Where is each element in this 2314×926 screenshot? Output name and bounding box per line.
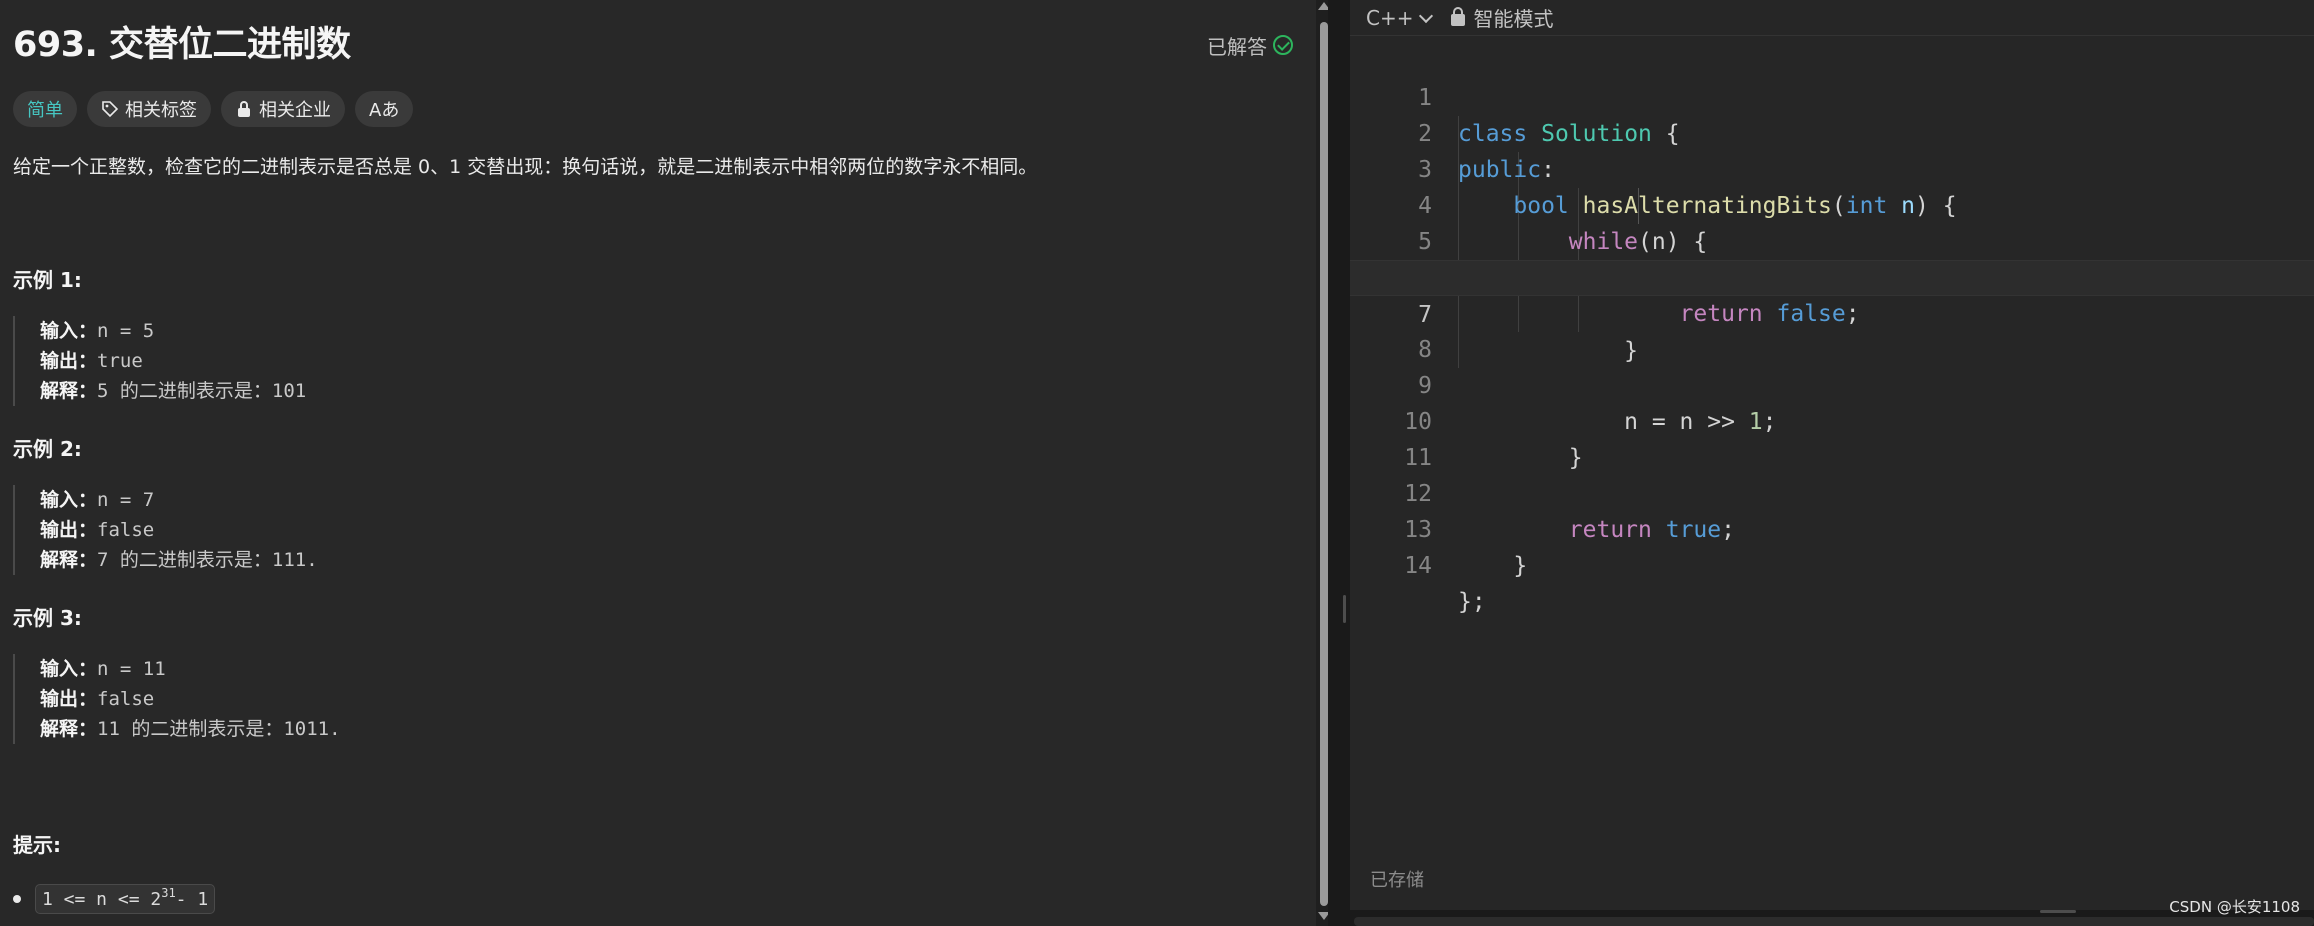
code-line: 2 public: — [1350, 80, 2314, 183]
code-line: 13 } — [1350, 476, 2314, 579]
code-line: 4 while(n) { — [1350, 152, 2314, 255]
editor-toolbar: C++ 智能模式 — [1350, 0, 2314, 36]
translate-button[interactable]: Aあ — [355, 91, 414, 127]
code-line-active: 7 } — [1350, 260, 2314, 364]
example-1-block: 输入：n = 5 输出：true 解释：5 的二进制表示是：101 — [13, 316, 306, 406]
code-line: 9 n = n >> 1; — [1350, 332, 2314, 435]
example-3-input: n = 11 — [97, 658, 166, 680]
constraint-code: 1 <= n <= 2 31 - 1 — [35, 884, 216, 914]
chevron-down-icon — [1419, 8, 1434, 23]
code-line: 14 }; — [1350, 512, 2314, 615]
example-1-explanation: 5 的二进制表示是：101 — [97, 380, 307, 402]
splitter-grip-icon[interactable] — [1343, 595, 1346, 623]
input-label: 输入： — [40, 320, 98, 342]
example-3-block: 输入：n = 11 输出：false 解释：11 的二进制表示是：1011. — [13, 654, 341, 744]
resize-grip-icon[interactable] — [2040, 910, 2076, 913]
title-row: 693. 交替位二进制数 已解答 — [13, 22, 1293, 68]
scrollbar-thumb[interactable] — [1320, 22, 1328, 906]
code-line: 5 if ((n&3) == 3 || (n&3) == 0) { — [1350, 188, 2314, 291]
example-2-input: n = 7 — [97, 489, 155, 511]
problem-title: 693. 交替位二进制数 — [13, 25, 351, 65]
related-tags-button[interactable]: 相关标签 — [87, 91, 211, 127]
problem-description: 给定一个正整数，检查它的二进制表示是否总是 0、1 交替出现：换句话说，就是二进… — [13, 156, 1038, 178]
output-label: 输出： — [40, 688, 98, 710]
example-2-output: false — [97, 519, 155, 541]
lock-icon — [235, 100, 253, 118]
panel-splitter[interactable] — [1328, 0, 1350, 926]
language-label: C++ — [1366, 5, 1414, 30]
output-label: 输出： — [40, 350, 98, 372]
example-3-title: 示例 3: — [13, 606, 82, 630]
mode-label: 智能模式 — [1473, 7, 1554, 31]
example-1-input: n = 5 — [97, 320, 155, 342]
description-panel: 693. 交替位二进制数 已解答 简单 相关标签 相关企业 Aあ 给定一个正整数… — [0, 0, 1316, 926]
input-label: 输入： — [40, 658, 98, 680]
difficulty-label: 简单 — [27, 100, 63, 121]
code-line: 12 return true; — [1350, 440, 2314, 543]
code-line: 11 — [1350, 404, 2314, 471]
code-line: 8 — [1350, 296, 2314, 363]
code-line: 1 class Solution { — [1350, 44, 2314, 147]
line-number: 14 — [1404, 553, 1432, 579]
horizontal-scrollbar[interactable] — [1354, 917, 2314, 926]
code-line: 10 } — [1350, 368, 2314, 471]
related-tags-label: 相关标签 — [125, 100, 197, 121]
example-3-explanation: 11 的二进制表示是：1011. — [97, 718, 341, 740]
smart-mode-toggle[interactable]: 智能模式 — [1451, 3, 1553, 32]
example-1-output: true — [97, 350, 143, 372]
example-2-explanation: 7 的二进制表示是：111. — [97, 549, 318, 571]
code-line: 3 bool hasAlternatingBits(int n) { — [1350, 116, 2314, 219]
code-editor[interactable]: 1 class Solution { 2 public: 3 bool hasA… — [1350, 44, 2314, 864]
example-3-output: false — [97, 688, 155, 710]
related-companies-button[interactable]: 相关企业 — [221, 91, 345, 127]
constraint-exponent: 31 — [161, 886, 176, 900]
lock-icon — [1451, 6, 1466, 26]
example-1-title: 示例 1: — [13, 268, 82, 292]
tag-icon — [101, 100, 119, 118]
example-2-title: 示例 2: — [13, 437, 82, 461]
solved-label: 已解答 — [1207, 34, 1267, 59]
explain-label: 解释： — [40, 718, 98, 740]
constraint-item: 1 <= n <= 2 31 - 1 — [13, 884, 216, 914]
constraint-prefix: 1 <= n <= 2 — [42, 888, 162, 910]
difficulty-badge[interactable]: 简单 — [13, 91, 77, 127]
check-circle-icon — [1273, 35, 1293, 55]
explain-label: 解释： — [40, 380, 98, 402]
code-line: 6 return false; — [1350, 224, 2314, 327]
leetcode-app: 693. 交替位二进制数 已解答 简单 相关标签 相关企业 Aあ 给定一个正整数… — [0, 0, 2314, 926]
explain-label: 解释： — [40, 549, 98, 571]
bullet-icon — [13, 895, 21, 903]
output-label: 输出： — [40, 519, 98, 541]
related-companies-label: 相关企业 — [259, 100, 331, 121]
saved-status: 已存储 — [1370, 870, 1424, 891]
tag-list: 简单 相关标签 相关企业 Aあ — [13, 91, 414, 127]
translate-icon: Aあ — [369, 100, 400, 121]
watermark: CSDN @长安1108 — [2169, 898, 2300, 916]
input-label: 输入： — [40, 489, 98, 511]
code-editor-panel: C++ 智能模式 1 class Solution { 2 public: 3 … — [1350, 0, 2314, 910]
hints-title: 提示: — [13, 833, 61, 857]
constraint-suffix: - 1 — [175, 888, 209, 910]
solved-status[interactable]: 已解答 — [1207, 30, 1293, 60]
language-select[interactable]: C++ — [1366, 5, 1434, 30]
example-2-block: 输入：n = 7 输出：false 解释：7 的二进制表示是：111. — [13, 485, 318, 575]
